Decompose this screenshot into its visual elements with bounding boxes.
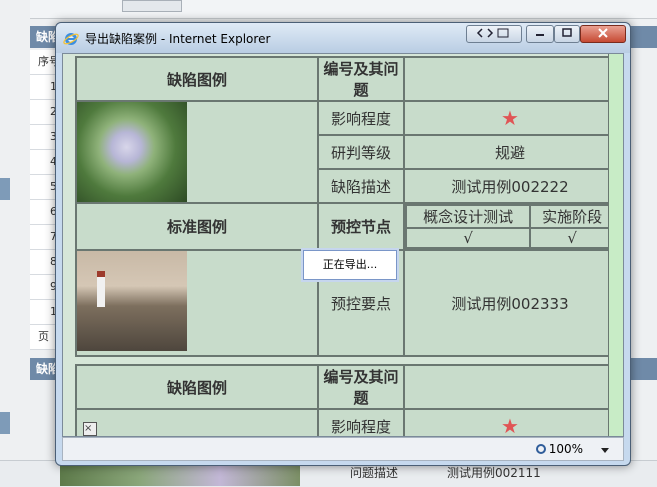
window-title: 导出缺陷案例 - Internet Explorer [85,32,271,46]
defect-table: 缺陷图例 编号及其问题 影响程度 ★ 研判等级 规避 缺陷描述 测试用例0022… [75,56,617,357]
minimize-button[interactable] [526,25,554,43]
description-value: 测试用例002222 [403,168,617,204]
zoom-level: 100% [548,442,583,456]
defect-image-cell [75,100,319,204]
defect-table-2: 缺陷图例 编号及其问题 × 影响程度 ★ [75,364,617,437]
stage-table: 概念设计测试 实施阶段 √ √ [404,204,615,249]
judge-label: 研判等级 [317,134,405,170]
background-toolbar [30,0,657,19]
stage-1-label: 概念设计测试 [404,204,532,229]
background-side-marker [0,178,10,200]
compatibility-icon [476,28,509,38]
code-header: 编号及其问题 [317,56,405,102]
star-icon: ★ [501,106,519,130]
background-toolbar-button[interactable] [122,0,182,12]
lighthouse-image [77,251,187,351]
control-node-label: 预控节点 [317,202,405,251]
star-icon: ★ [501,414,519,437]
background-side-marker [0,412,10,434]
defect-image-header-2: 缺陷图例 [75,364,319,410]
impact-value: ★ [403,100,617,136]
status-bar: 100% [62,437,624,461]
lighthouse-tower [97,271,105,307]
judge-value: 规避 [403,134,617,170]
description-label: 缺陷描述 [317,168,405,204]
impact-label-2: 影响程度 [317,408,405,436]
zoom-control[interactable]: 100% [535,442,583,456]
ie-window: 导出缺陷案例 - Internet Explorer 缺陷图例 编号及其问题 影… [55,22,631,466]
control-node-stages: 概念设计测试 实施阶段 √ √ [403,202,617,251]
stage-2-label: 实施阶段 [529,204,615,229]
window-titlebar[interactable]: 导出缺陷案例 - Internet Explorer [56,23,630,53]
standard-image-header: 标准图例 [75,202,319,251]
maximize-button[interactable] [554,25,580,43]
minimize-icon [536,34,544,36]
exporting-indicator: 正在导出... [303,250,397,280]
compatibility-view-button[interactable] [466,25,522,43]
broken-image-cell: × [75,408,319,436]
background-footer-label: 问题描述 [350,466,399,480]
code-value-2 [403,364,617,410]
standard-image-cell [75,249,319,357]
stage-1-check: √ [404,227,532,249]
stage-2-check: √ [529,227,615,249]
code-header-2: 编号及其问题 [317,364,405,410]
impact-label: 影响程度 [317,100,405,136]
scrollbar-strip[interactable] [608,54,623,436]
broken-image-icon: × [83,421,97,436]
document-content[interactable]: 缺陷图例 编号及其问题 影响程度 ★ 研判等级 规避 缺陷描述 测试用例0022… [62,53,624,437]
close-icon [598,28,608,38]
hydrangea-image [77,102,187,202]
zoom-icon [535,444,546,454]
close-button[interactable] [580,25,626,43]
code-value [403,56,617,102]
impact-value-2: ★ [403,408,617,437]
control-point-value: 测试用例002333 [403,249,617,357]
internet-explorer-icon [63,33,79,45]
chevron-down-icon[interactable] [601,448,609,453]
maximize-icon [562,28,572,37]
defect-image-header: 缺陷图例 [75,56,319,102]
background-footer-value: 测试用例002111 [447,466,541,480]
